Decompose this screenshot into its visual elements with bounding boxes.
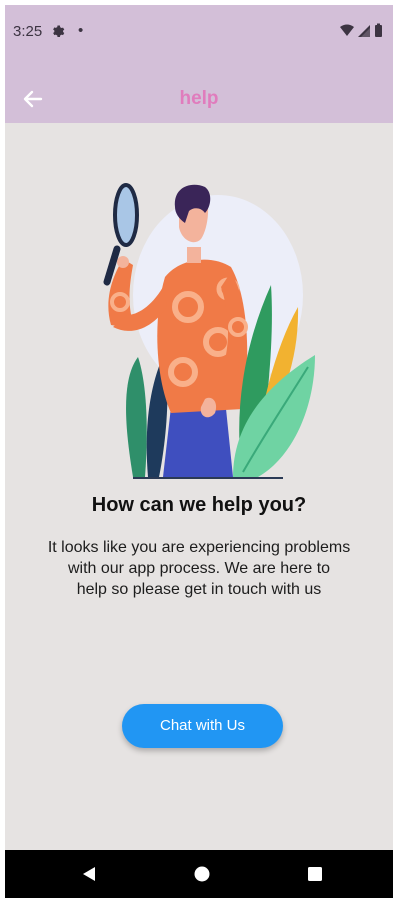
status-time: 3:25 bbox=[13, 23, 43, 40]
description-line: It looks like you are experiencing probl… bbox=[47, 539, 351, 556]
nav-back-triangle-icon[interactable] bbox=[80, 865, 98, 883]
system-nav-bar bbox=[5, 850, 393, 898]
chat-with-us-button[interactable]: Chat with Us bbox=[122, 704, 283, 748]
phone-screen: 3:25 • help How can we help you? It look… bbox=[5, 5, 393, 898]
description-line: help so please get in touch with us bbox=[76, 581, 322, 598]
nav-home-circle-icon[interactable] bbox=[193, 865, 211, 883]
help-description: It looks like you are experiencing probl… bbox=[41, 537, 357, 600]
settings-gear-icon bbox=[53, 25, 65, 37]
nav-recents-square-icon[interactable] bbox=[307, 866, 323, 882]
battery-icon bbox=[375, 25, 382, 37]
status-icons bbox=[340, 23, 382, 37]
page-title: help bbox=[179, 88, 219, 109]
notification-dot: • bbox=[78, 22, 84, 39]
wifi-icon bbox=[340, 24, 354, 36]
description-line: with our app process. We are here to bbox=[67, 560, 331, 577]
help-headline: How can we help you? bbox=[91, 494, 307, 516]
status-bar: 3:25 • bbox=[5, 5, 393, 55]
person-with-magnifying-glass-illustration bbox=[103, 183, 315, 479]
